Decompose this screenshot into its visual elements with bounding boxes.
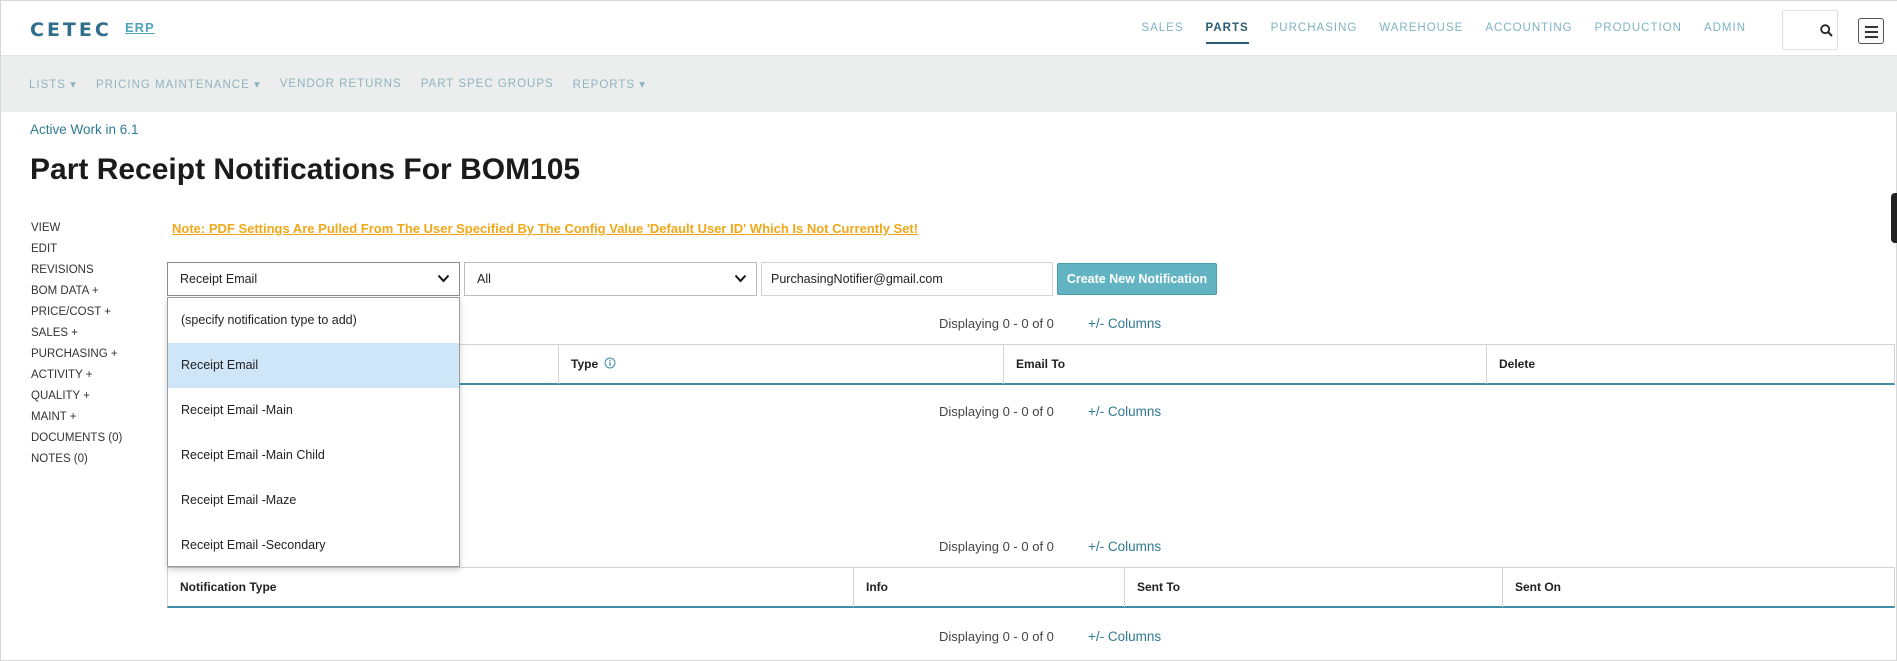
columns-toggle-link[interactable]: +/- Columns [1088,539,1161,554]
table-header-info[interactable]: Info [854,568,1125,607]
columns-toggle-link[interactable]: +/- Columns [1088,629,1161,644]
columns-toggle-link[interactable]: +/- Columns [1088,316,1161,331]
pdf-settings-note[interactable]: Note: PDF Settings Are Pulled From The U… [172,221,918,236]
page-title: Part Receipt Notifications For BOM105 [30,153,581,186]
pagination-display: Displaying 0 - 0 of 0 [939,404,1054,419]
dropdown-option[interactable]: Receipt Email -Main Child [168,433,459,478]
left-menu-notes[interactable]: NOTES (0) [31,449,122,470]
left-menu: VIEW EDIT REVISIONS BOM DATA + PRICE/COS… [31,218,122,470]
left-menu-revisions[interactable]: REVISIONS [31,260,122,281]
table-header-delete[interactable]: Delete [1487,345,1894,384]
subnav-vendor-returns[interactable]: VENDOR RETURNS [280,78,402,90]
sub-nav: LISTS ▾ PRICING MAINTENANCE ▾ VENDOR RET… [29,56,646,112]
left-menu-activity[interactable]: ACTIVITY + [31,365,122,386]
hamburger-menu-button[interactable] [1858,18,1884,44]
table-header-notification-type[interactable]: Notification Type [168,568,854,607]
pagination-display: Displaying 0 - 0 of 0 [939,316,1054,331]
nav-purchasing[interactable]: PURCHASING [1271,1,1358,56]
pagination-display: Displaying 0 - 0 of 0 [939,629,1054,644]
email-field[interactable]: PurchasingNotifier@gmail.com [761,262,1053,296]
left-menu-edit[interactable]: EDIT [31,239,122,260]
notification-type-dropdown: (specify notification type to add) Recei… [167,297,460,567]
left-menu-documents[interactable]: DOCUMENTS (0) [31,428,122,449]
table-header-type[interactable]: Type [559,345,1004,384]
search-icon [1820,24,1833,37]
dropdown-option[interactable]: Receipt Email -Maze [168,478,459,523]
search-button[interactable] [1782,10,1838,50]
dropdown-option[interactable]: Receipt Email -Secondary [168,523,459,568]
logo-erp-suffix[interactable]: ERP [125,20,155,35]
left-menu-quality[interactable]: QUALITY + [31,386,122,407]
subnav-pricing-maintenance[interactable]: PRICING MAINTENANCE ▾ [96,77,261,91]
hamburger-menu-icon [1865,26,1878,28]
subnav-reports[interactable]: REPORTS ▾ [573,77,646,91]
dropdown-option[interactable]: (specify notification type to add) [168,298,459,343]
left-menu-maint[interactable]: MAINT + [31,407,122,428]
chevron-down-icon [734,274,747,283]
subnav-part-spec-groups[interactable]: PART SPEC GROUPS [421,78,554,90]
logo[interactable]: CETEC [30,19,112,41]
nav-warehouse[interactable]: WAREHOUSE [1379,1,1463,56]
table-header-sent-on[interactable]: Sent On [1503,568,1894,607]
left-menu-purchasing[interactable]: PURCHASING + [31,344,122,365]
history-table-header: Notification Type Info Sent To Sent On [167,567,1895,608]
left-menu-view[interactable]: VIEW [31,218,122,239]
nav-admin[interactable]: ADMIN [1704,1,1746,56]
chevron-down-icon [437,274,450,283]
side-scroll-handle[interactable] [1891,193,1897,243]
table-header-email-to[interactable]: Email To [1004,345,1487,384]
nav-accounting[interactable]: ACCOUNTING [1485,1,1572,56]
left-menu-bom-data[interactable]: BOM DATA + [31,281,122,302]
subnav-lists[interactable]: LISTS ▾ [29,77,77,91]
pagination-display: Displaying 0 - 0 of 0 [939,539,1054,554]
left-menu-price-cost[interactable]: PRICE/COST + [31,302,122,323]
main-nav: SALES PARTS PURCHASING WAREHOUSE ACCOUNT… [1141,1,1746,56]
nav-parts[interactable]: PARTS [1205,1,1249,56]
table-header-sent-to[interactable]: Sent To [1125,568,1503,607]
scope-select[interactable]: All [464,262,757,296]
dropdown-option[interactable]: Receipt Email -Main [168,388,459,433]
notification-type-value: Receipt Email [180,272,258,286]
breadcrumb[interactable]: Active Work in 6.1 [30,122,139,137]
notification-type-select[interactable]: Receipt Email [167,262,460,296]
nav-sales[interactable]: SALES [1141,1,1183,56]
create-notification-button[interactable]: Create New Notification [1057,263,1217,295]
nav-production[interactable]: PRODUCTION [1595,1,1682,56]
left-menu-sales[interactable]: SALES + [31,323,122,344]
columns-toggle-link[interactable]: +/- Columns [1088,404,1161,419]
dropdown-option-selected[interactable]: Receipt Email [168,343,459,388]
scope-value: All [477,272,491,286]
info-icon[interactable] [604,357,616,369]
